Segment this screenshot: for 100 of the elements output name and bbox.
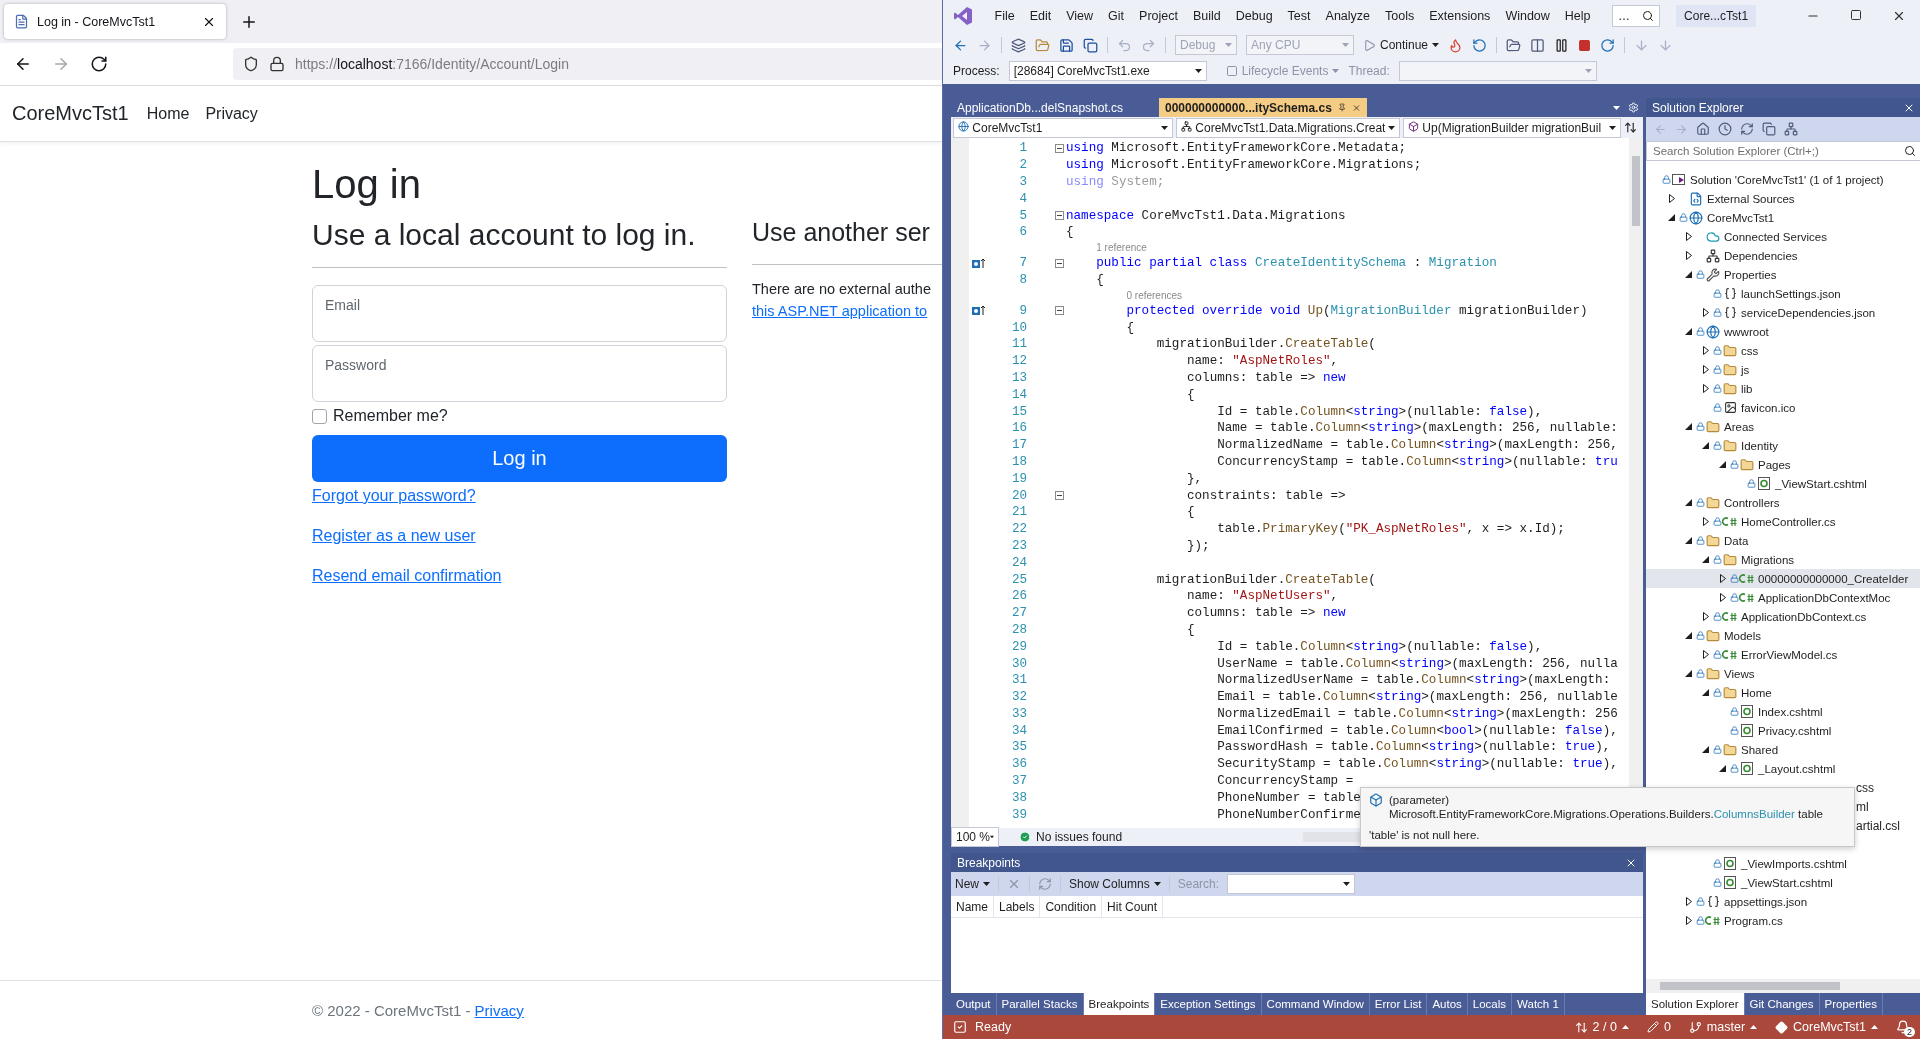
expanded-arrow-icon[interactable]	[1719, 765, 1726, 772]
footer-link[interactable]: Privacy	[474, 1001, 524, 1019]
tree-item[interactable]: lib	[1646, 379, 1920, 398]
menu-item[interactable]: Window	[1497, 9, 1558, 23]
tree-item[interactable]: js	[1646, 360, 1920, 379]
tree-item[interactable]: Privacy.cshtml	[1646, 721, 1920, 740]
collapsed-arrow-icon[interactable]	[1668, 194, 1675, 203]
tree-item[interactable]: HomeController.cs	[1646, 512, 1920, 531]
collapsed-arrow-icon[interactable]	[1702, 308, 1709, 317]
issues-status[interactable]: No issues found	[1019, 830, 1123, 844]
tree-item[interactable]: Areas	[1646, 417, 1920, 436]
password-field[interactable]: Password	[312, 345, 727, 402]
new-item-icon[interactable]	[1011, 37, 1026, 53]
clock-icon[interactable]	[1718, 122, 1732, 136]
new-button[interactable]: New	[955, 877, 990, 891]
expanded-arrow-icon[interactable]	[1685, 271, 1692, 278]
search-icon[interactable]	[1904, 145, 1916, 157]
show-columns-button[interactable]: Show Columns	[1069, 877, 1161, 891]
maximize-icon[interactable]	[1850, 9, 1862, 21]
tree-item[interactable]: ApplicationDbContext.cs	[1646, 607, 1920, 626]
code-lens[interactable]: 1 reference	[1096, 242, 1147, 254]
panel-tab[interactable]: Breakpoints	[1083, 993, 1156, 1015]
open-folder-icon[interactable]	[1035, 37, 1050, 53]
split-icon[interactable]	[1624, 121, 1637, 134]
settings-icon[interactable]	[1628, 102, 1639, 113]
collapsed-arrow-icon[interactable]	[1702, 650, 1709, 659]
tree-item[interactable]: Pages	[1646, 455, 1920, 474]
expanded-arrow-icon[interactable]	[1685, 328, 1692, 335]
collapse-all-icon[interactable]	[1762, 122, 1776, 136]
expanded-arrow-icon[interactable]	[1685, 632, 1692, 639]
tree-item[interactable]: serviceDependencies.json	[1646, 303, 1920, 322]
tree-item[interactable]: Properties	[1646, 265, 1920, 284]
tree-item[interactable]: ApplicationDbContextMoc	[1646, 588, 1920, 607]
collapsed-arrow-icon[interactable]	[1702, 384, 1709, 393]
tree-item[interactable]: Program.cs	[1646, 911, 1920, 930]
repository-status[interactable]: CoreMvcTst1	[1775, 1020, 1878, 1034]
zoom-dropdown[interactable]: 100 %	[951, 827, 999, 847]
tree-item[interactable]: Index.cshtml	[1646, 702, 1920, 721]
tree-item[interactable]: _ViewStart.cshtml	[1646, 474, 1920, 493]
collapsed-arrow-icon[interactable]	[1702, 365, 1709, 374]
expanded-arrow-icon[interactable]	[1702, 556, 1709, 563]
nav-link[interactable]: Privacy	[197, 104, 266, 123]
restart-icon[interactable]	[1600, 37, 1616, 53]
column-header[interactable]: Name	[951, 896, 994, 917]
document-tab[interactable]: ApplicationDb...delSnapshot.cs	[951, 98, 1159, 117]
page-link[interactable]: this ASP.NET application to	[752, 300, 942, 322]
changes-status[interactable]: 2 / 0	[1574, 1020, 1629, 1034]
tree-item[interactable]: ErrorViewModel.cs	[1646, 645, 1920, 664]
expanded-arrow-icon[interactable]	[1685, 537, 1692, 544]
bell-icon[interactable]	[1896, 1020, 1910, 1034]
member-dropdown[interactable]: Up(MigrationBuilder migrationBuil	[1403, 117, 1621, 138]
edits-status[interactable]: 0	[1646, 1020, 1671, 1034]
refresh-icon[interactable]	[1740, 122, 1754, 136]
tree-item[interactable]: Controllers	[1646, 493, 1920, 512]
shield-icon[interactable]	[243, 56, 259, 72]
panel-tab[interactable]: Solution Explorer	[1646, 993, 1745, 1015]
collapsed-arrow-icon[interactable]	[1685, 916, 1692, 925]
stop-icon[interactable]	[1578, 38, 1592, 52]
remember-checkbox[interactable]	[312, 408, 327, 424]
menu-item[interactable]: Git	[1100, 9, 1132, 23]
column-header[interactable]: Condition	[1040, 896, 1103, 917]
expanded-arrow-icon[interactable]	[1685, 499, 1692, 506]
page-link[interactable]: Resend email confirmation	[312, 566, 502, 586]
save-icon[interactable]	[1059, 37, 1074, 53]
type-dropdown[interactable]: CoreMvcTst1.Data.Migrations.Creat	[1176, 117, 1400, 138]
scrollbar[interactable]	[1646, 979, 1920, 993]
tree-item[interactable]: Views	[1646, 664, 1920, 683]
menu-item[interactable]: Build	[1185, 9, 1229, 23]
browser-tab[interactable]: Log in - CoreMvcTst1	[4, 4, 226, 39]
window-icon[interactable]	[1530, 37, 1546, 53]
code-lens[interactable]: 0 references	[1126, 289, 1183, 301]
menu-item[interactable]: Tools	[1377, 9, 1422, 23]
pin-icon[interactable]	[1337, 102, 1347, 113]
tree-item[interactable]: favicon.ico	[1646, 398, 1920, 417]
menu-item[interactable]: File	[987, 9, 1023, 23]
back-icon[interactable]	[14, 55, 32, 73]
project-dropdown[interactable]: CoreMvcTst1	[953, 117, 1173, 138]
page-link[interactable]: Register as a new user	[312, 526, 476, 546]
home-icon[interactable]	[1696, 122, 1710, 136]
process-dropdown[interactable]: [28684] CoreMvcTst1.exe	[1008, 61, 1207, 81]
tree-item[interactable]: _Layout.cshtml	[1646, 759, 1920, 778]
collapsed-arrow-icon[interactable]	[1719, 593, 1726, 602]
search-field[interactable]: Search Solution Explorer (Ctrl+;)	[1651, 144, 1904, 158]
page-link[interactable]: Forgot your password?	[312, 486, 476, 506]
tree-item[interactable]: 00000000000000_CreateIder	[1646, 569, 1920, 588]
address-bar[interactable]: https://localhost:7166/Identity/Account/Login	[233, 48, 942, 80]
tree-item[interactable]: _ViewImports.cshtml	[1646, 854, 1920, 873]
collapsed-arrow-icon[interactable]	[1685, 897, 1692, 906]
collapsed-arrow-icon[interactable]	[1719, 574, 1726, 583]
menu-item[interactable]: Test	[1280, 9, 1319, 23]
email-field[interactable]: Email	[312, 285, 727, 342]
site-brand[interactable]: CoreMvcTst1	[12, 102, 129, 125]
tree-item[interactable]: Shared	[1646, 740, 1920, 759]
collapsed-arrow-icon[interactable]	[1702, 517, 1709, 526]
collapsed-arrow-icon[interactable]	[1702, 346, 1709, 355]
collapse-icon[interactable]	[1055, 306, 1064, 316]
collapse-icon[interactable]	[1055, 211, 1064, 221]
column-header[interactable]: Hit Count	[1102, 896, 1164, 917]
collapse-icon[interactable]	[1055, 491, 1064, 501]
tree-item[interactable]: wwwroot	[1646, 322, 1920, 341]
